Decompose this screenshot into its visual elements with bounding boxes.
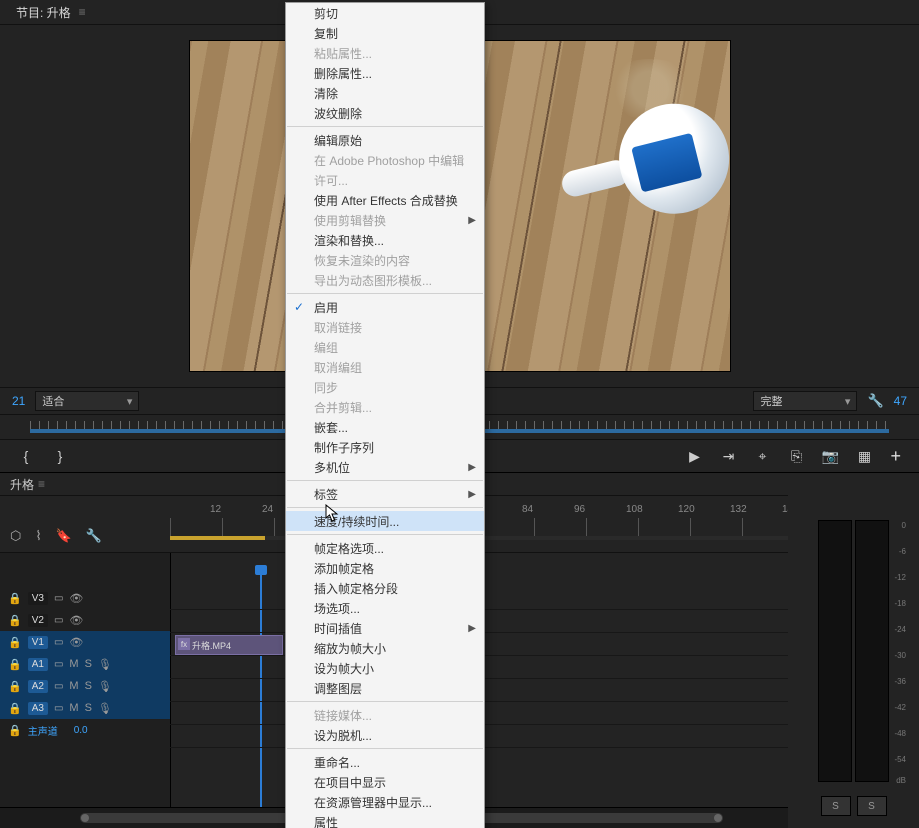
menu-link-media: 链接媒体... — [286, 705, 484, 725]
menu-adjustment-layer[interactable]: 调整图层 — [286, 678, 484, 698]
marker-tool-icon[interactable]: 🔖 — [56, 528, 72, 544]
menu-edit-original[interactable]: 编辑原始 — [286, 130, 484, 150]
menu-reveal-project[interactable]: 在项目中显示 — [286, 772, 484, 792]
marker-icon[interactable]: ⌖ — [754, 448, 770, 464]
menu-label[interactable]: 标签▶ — [286, 484, 484, 504]
menu-group: 编组 — [286, 337, 484, 357]
lift-icon[interactable]: ⎘ — [788, 448, 804, 464]
track-a3[interactable]: 🔒A3▭MS🎙 — [0, 697, 170, 719]
track-v1[interactable]: 🔒V1▭👁 — [0, 631, 170, 653]
menu-replace-clip: 使用剪辑替换▶ — [286, 210, 484, 230]
tab-menu-icon[interactable]: ≡ — [79, 5, 86, 19]
link-icon[interactable]: ⌇ — [35, 528, 41, 544]
menu-make-offline[interactable]: 设为脱机... — [286, 725, 484, 745]
meter-right: 0 -6 -12 -18 -24 -30 -36 -42 -48 -54 dB — [855, 520, 889, 782]
menu-set-frame[interactable]: 设为帧大小 — [286, 658, 484, 678]
menu-sync: 同步 — [286, 377, 484, 397]
safe-icon[interactable]: ▦ — [856, 448, 872, 464]
track-v3[interactable]: 🔒V3▭👁 — [0, 587, 170, 609]
left-timecode[interactable]: 21 — [12, 394, 25, 408]
menu-nest[interactable]: 嵌套... — [286, 417, 484, 437]
menu-export-mogrt: 导出为动态图形模板... — [286, 270, 484, 290]
menu-frame-hold-opts[interactable]: 帧定格选项... — [286, 538, 484, 558]
snap-icon[interactable]: ⬡ — [10, 528, 21, 544]
meter-solo-l[interactable]: S — [821, 796, 851, 816]
menu-properties[interactable]: 属性 — [286, 812, 484, 828]
quality-dropdown[interactable]: 完整 — [753, 391, 857, 411]
settings-icon[interactable]: 🔧 — [867, 393, 883, 409]
menu-scale-frame[interactable]: 缩放为帧大小 — [286, 638, 484, 658]
menu-restore-unrendered: 恢复未渲染的内容 — [286, 250, 484, 270]
step-icon[interactable]: ⇥ — [720, 448, 736, 464]
timeline-toolbar: ⬡ ⌇ 🔖 🔧 — [10, 528, 102, 544]
menu-subsequence[interactable]: 制作子序列 — [286, 437, 484, 457]
menu-time-interp[interactable]: 时间插值▶ — [286, 618, 484, 638]
menu-paste-attr: 粘贴属性... — [286, 43, 484, 63]
menu-ungroup: 取消编组 — [286, 357, 484, 377]
track-headers: 🔒V3▭👁 🔒V2▭👁 🔒V1▭👁 🔒A1▭MS🎙 🔒A2▭MS🎙 🔒A3▭MS… — [0, 553, 171, 807]
mark-in-icon[interactable]: { — [18, 448, 34, 464]
meter-left — [818, 520, 852, 782]
menu-ripple-delete[interactable]: 波纹删除 — [286, 103, 484, 123]
menu-enable[interactable]: ✓启用 — [286, 297, 484, 317]
menu-add-frame-hold[interactable]: 添加帧定格 — [286, 558, 484, 578]
menu-rename[interactable]: 重命名... — [286, 752, 484, 772]
wrench-icon[interactable]: 🔧 — [86, 528, 102, 544]
track-a1[interactable]: 🔒A1▭MS🎙 — [0, 653, 170, 675]
menu-multicam[interactable]: 多机位▶ — [286, 457, 484, 477]
track-v2[interactable]: 🔒V2▭👁 — [0, 609, 170, 631]
menu-cut[interactable]: 剪切 — [286, 3, 484, 23]
cursor-icon — [325, 504, 339, 522]
track-body[interactable]: fx升格.MP4 — [170, 553, 803, 807]
menu-speed-duration[interactable]: 速度/持续时间... — [286, 511, 484, 531]
play-icon[interactable]: ▶ — [686, 448, 702, 464]
menu-render-replace[interactable]: 渲染和替换... — [286, 230, 484, 250]
menu-license: 许可... — [286, 170, 484, 190]
audio-meters: 0 -6 -12 -18 -24 -30 -36 -42 -48 -54 dB … — [788, 472, 919, 828]
menu-remove-attr[interactable]: 删除属性... — [286, 63, 484, 83]
context-menu: 剪切 复制 粘贴属性... 删除属性... 清除 波纹删除 编辑原始 在 Ado… — [285, 2, 485, 828]
menu-field-opts[interactable]: 场选项... — [286, 598, 484, 618]
button-editor-icon[interactable]: + — [890, 446, 901, 467]
track-a2[interactable]: 🔒A2▭MS🎙 — [0, 675, 170, 697]
menu-copy[interactable]: 复制 — [286, 23, 484, 43]
menu-reveal-explorer[interactable]: 在资源管理器中显示... — [286, 792, 484, 812]
video-clip[interactable]: fx升格.MP4 — [175, 635, 283, 655]
menu-unlink: 取消链接 — [286, 317, 484, 337]
menu-replace-ae[interactable]: 使用 After Effects 合成替换 — [286, 190, 484, 210]
menu-insert-frame-hold[interactable]: 插入帧定格分段 — [286, 578, 484, 598]
track-master[interactable]: 🔒主声道0.0 — [0, 719, 170, 741]
program-tab[interactable]: 节目: 升格 — [10, 2, 77, 23]
mark-out-icon[interactable]: } — [52, 448, 68, 464]
camera-icon[interactable]: 📷 — [822, 448, 838, 464]
menu-edit-ps: 在 Adobe Photoshop 中编辑 — [286, 150, 484, 170]
meter-solo-r[interactable]: S — [857, 796, 887, 816]
zoom-dropdown[interactable]: 适合 — [35, 391, 139, 411]
menu-merge: 合并剪辑... — [286, 397, 484, 417]
right-timecode[interactable]: 47 — [894, 394, 907, 408]
menu-clear[interactable]: 清除 — [286, 83, 484, 103]
